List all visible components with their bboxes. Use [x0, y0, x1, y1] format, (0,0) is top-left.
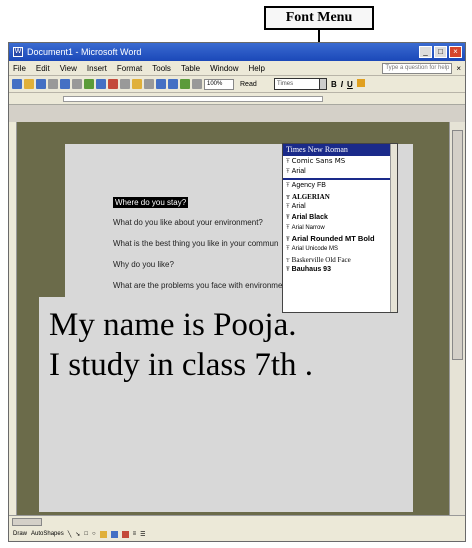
menu-tools[interactable]: Tools [152, 64, 171, 73]
menu-edit[interactable]: Edit [36, 64, 50, 73]
read-button[interactable]: Read [240, 79, 257, 90]
line-color-icon[interactable] [110, 530, 118, 538]
zoom-select[interactable]: 100% [204, 78, 234, 90]
vertical-scrollbar[interactable] [449, 122, 465, 515]
preview-icon[interactable] [84, 79, 94, 89]
menu-bar: File Edit View Insert Format Tools Table… [9, 61, 465, 76]
undo-icon[interactable] [156, 79, 166, 89]
font-option[interactable]: Ŧ Bauhaus 93 [283, 265, 397, 276]
menu-table[interactable]: Table [181, 64, 200, 73]
callout-label: Font Menu [285, 10, 353, 25]
menu-help[interactable]: Help [249, 64, 265, 73]
big-text-line[interactable]: My name is Pooja. [49, 307, 296, 344]
permission-icon[interactable] [48, 79, 58, 89]
dash-style-icon[interactable]: ☰ [140, 531, 145, 538]
fill-color-icon[interactable] [99, 530, 107, 538]
font-dropdown-arrow-icon[interactable] [319, 78, 327, 90]
font-color-icon[interactable] [121, 530, 129, 538]
oval-icon[interactable]: ○ [92, 531, 96, 537]
minimize-button[interactable]: _ [419, 46, 432, 58]
draw-menu[interactable]: Draw [13, 531, 27, 537]
bold-icon[interactable]: B [331, 80, 337, 89]
font-option[interactable]: Ŧ Comic Sans MS [283, 156, 397, 167]
open-icon[interactable] [24, 79, 34, 89]
ask-question-input[interactable]: Type a question for help [382, 62, 453, 74]
font-option[interactable]: Ŧ Arial [283, 167, 397, 178]
title-bar: W Document1 - Microsoft Word _ □ × [9, 43, 465, 61]
question-line[interactable]: What is the best thing you like in your … [113, 239, 278, 248]
new-icon[interactable] [12, 79, 22, 89]
window-title: Document1 - Microsoft Word [27, 47, 142, 57]
font-dropdown-list[interactable]: Times New Roman Ŧ Comic Sans MS Ŧ Arial ŦA… [282, 143, 398, 313]
horizontal-scrollbar[interactable] [9, 515, 465, 527]
font-name-box[interactable]: Times [274, 78, 320, 90]
font-list-separator [283, 178, 397, 180]
font-option[interactable]: Ŧ Arial Narrow [283, 223, 397, 234]
spelling-icon[interactable] [96, 79, 106, 89]
font-option[interactable]: Ŧ Arial Rounded MT Bold [283, 234, 397, 245]
font-option[interactable]: Ŧ Arial [283, 202, 397, 213]
font-option[interactable]: Ŧ Baskerville Old Face [283, 255, 397, 266]
cut-icon[interactable] [108, 79, 118, 89]
question-line[interactable]: What are the problems you face with envi… [113, 281, 294, 290]
font-menu-callout: Font Menu [264, 6, 374, 30]
print-icon[interactable] [72, 79, 82, 89]
italic-icon[interactable]: I [341, 80, 343, 89]
menu-view[interactable]: View [60, 64, 77, 73]
menu-window[interactable]: Window [210, 64, 238, 73]
big-text-line[interactable]: I study in class 7th . [49, 347, 313, 384]
underline-icon[interactable]: U [347, 80, 353, 89]
rectangle-icon[interactable]: □ [84, 531, 88, 537]
drawing-toolbar: Draw AutoShapes ╲ ➘ □ ○ ≡ ☰ [9, 527, 465, 541]
close-button[interactable]: × [449, 46, 462, 58]
table-icon[interactable] [192, 79, 202, 89]
save-icon[interactable] [36, 79, 46, 89]
font-option[interactable]: Ŧ ALGERIAN [283, 192, 397, 203]
highlight-icon[interactable] [356, 79, 365, 87]
redo-icon[interactable] [168, 79, 178, 89]
copy-icon[interactable] [120, 79, 130, 89]
menu-insert[interactable]: Insert [87, 64, 107, 73]
standard-toolbar: 100% Read Times BIU [9, 76, 465, 93]
font-option[interactable]: Ŧ Arial Unicode MS [283, 244, 397, 255]
question-line[interactable]: Why do you like? [113, 260, 174, 269]
font-list-scrollbar[interactable] [390, 144, 397, 312]
email-icon[interactable] [60, 79, 70, 89]
word-app-icon: W [13, 47, 23, 57]
font-option[interactable]: Ŧ Arial Black [283, 213, 397, 224]
view-buttons[interactable] [12, 518, 42, 526]
hyperlink-icon[interactable] [180, 79, 190, 89]
autoshapes-menu[interactable]: AutoShapes [31, 531, 64, 537]
font-option[interactable]: Ŧ Agency FB [283, 181, 397, 192]
formatting-buttons: BIU [331, 79, 369, 89]
close-doc-icon[interactable]: × [456, 64, 461, 73]
question-line-selected[interactable]: Where do you stay? [113, 197, 189, 208]
horizontal-ruler [9, 93, 465, 105]
line-style-icon[interactable]: ≡ [133, 531, 137, 537]
line-icon[interactable]: ╲ [68, 531, 72, 538]
menu-format[interactable]: Format [117, 64, 142, 73]
arrow-icon[interactable]: ➘ [75, 531, 80, 538]
maximize-button[interactable]: □ [434, 46, 447, 58]
paste-icon[interactable] [132, 79, 142, 89]
question-line[interactable]: What do you like about your environment? [113, 218, 263, 227]
font-option-selected[interactable]: Times New Roman [283, 144, 397, 156]
word-window: W Document1 - Microsoft Word _ □ × File … [8, 42, 466, 542]
format-painter-icon[interactable] [144, 79, 154, 89]
vertical-ruler [9, 122, 17, 515]
menu-file[interactable]: File [13, 64, 26, 73]
